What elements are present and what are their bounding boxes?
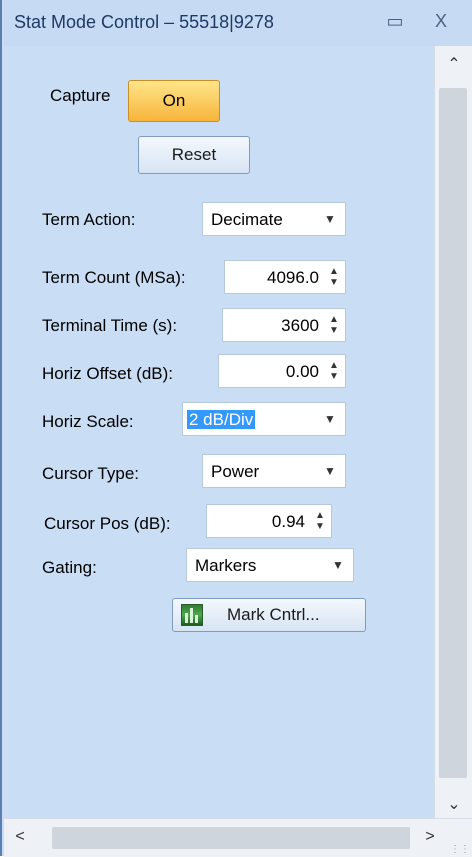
horiz-scale-value: 2 dB/Div — [187, 410, 256, 429]
scroll-up-icon[interactable]: ⌃ — [435, 54, 472, 74]
cursor-pos-value: 0.94 — [271, 512, 305, 531]
chevron-down-icon[interactable]: ▼ — [323, 549, 353, 581]
term-action-label: Term Action: — [42, 210, 136, 229]
horiz-offset-value: 0.00 — [285, 362, 319, 381]
close-button[interactable]: X — [428, 8, 454, 34]
horiz-offset-input[interactable]: 0.00 ▲ ▼ — [218, 354, 346, 388]
horiz-offset-label: Horiz Offset (dB): — [42, 364, 173, 383]
title-bar[interactable]: Stat Mode Control – 55518|9278 ▭ X — [4, 0, 472, 47]
term-action-value: Decimate — [211, 210, 283, 229]
spinner-icon[interactable]: ▲ ▼ — [327, 266, 341, 288]
horiz-scale-selection: 2 dB/Div — [187, 410, 256, 430]
stat-mode-control-panel: Stat Mode Control – 55518|9278 ▭ X Captu… — [0, 0, 472, 857]
terminal-time-label: Terminal Time (s): — [42, 316, 178, 335]
cursor-type-value: Power — [211, 462, 260, 481]
vertical-scroll-thumb[interactable] — [439, 88, 467, 778]
scroll-left-icon[interactable]: < — [8, 828, 32, 846]
capture-label: Capture — [50, 86, 111, 105]
terminal-time-input[interactable]: 3600 ▲ ▼ — [222, 308, 346, 342]
spinner-icon[interactable]: ▲ ▼ — [327, 360, 341, 382]
chevron-down-icon[interactable]: ▼ — [315, 203, 345, 235]
cursor-type-label: Cursor Type: — [42, 464, 140, 483]
gating-value: Markers — [195, 556, 257, 575]
term-count-value: 4096.0 — [267, 268, 319, 287]
scroll-down-icon[interactable]: ⌄ — [435, 794, 472, 814]
term-count-input[interactable]: 4096.0 ▲ ▼ — [224, 260, 346, 294]
chevron-down-icon[interactable]: ▼ — [315, 403, 345, 435]
capture-on-button[interactable]: On — [128, 80, 220, 122]
vertical-scrollbar[interactable]: ⌃ ⌄ — [434, 46, 472, 820]
scroll-right-icon[interactable]: > — [418, 828, 442, 846]
reset-button[interactable]: Reset — [138, 136, 250, 174]
content-area: Capture On Reset Term Action: Decimate ▼… — [4, 46, 434, 818]
gating-label: Gating: — [42, 558, 97, 577]
horiz-scale-dropdown[interactable]: 2 dB/Div ▼ — [182, 402, 346, 436]
window-title: Stat Mode Control – 55518|9278 — [14, 12, 274, 32]
cursor-pos-input[interactable]: 0.94 ▲ ▼ — [206, 504, 332, 538]
mark-cntrl-label: Mark Cntrl... — [227, 605, 320, 624]
cursor-pos-label: Cursor Pos (dB): — [44, 514, 171, 533]
spinner-icon[interactable]: ▲ ▼ — [327, 314, 341, 336]
mark-cntrl-button[interactable]: Mark Cntrl... — [172, 598, 366, 632]
resize-grip-icon[interactable]: ⋮⋮ — [450, 844, 470, 855]
cursor-type-dropdown[interactable]: Power ▼ — [202, 454, 346, 488]
chevron-down-icon[interactable]: ▼ — [315, 455, 345, 487]
marker-icon — [181, 604, 203, 626]
term-count-label: Term Count (MSa): — [42, 268, 186, 287]
horizontal-scroll-thumb[interactable] — [52, 827, 410, 849]
horizontal-scrollbar[interactable]: < > ⋮⋮ — [4, 818, 472, 857]
restore-icon[interactable]: ▭ — [382, 8, 408, 34]
terminal-time-value: 3600 — [281, 316, 319, 335]
gating-dropdown[interactable]: Markers ▼ — [186, 548, 354, 582]
term-action-dropdown[interactable]: Decimate ▼ — [202, 202, 346, 236]
horiz-scale-label: Horiz Scale: — [42, 412, 134, 431]
spinner-icon[interactable]: ▲ ▼ — [313, 510, 327, 532]
